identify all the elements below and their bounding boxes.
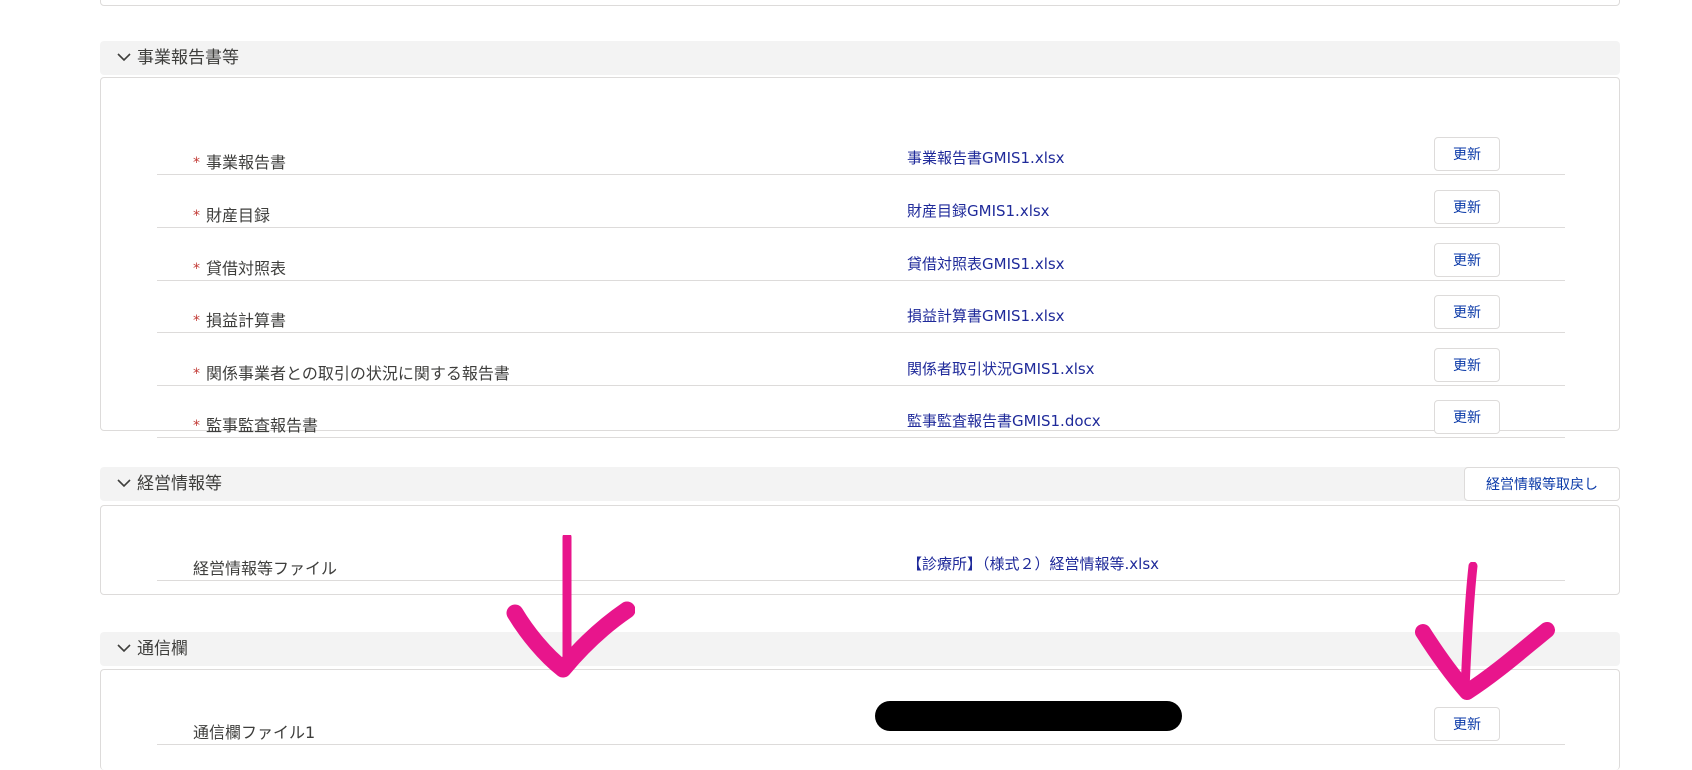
list-item: * 財産目録 財産目録GMIS1.xlsx 更新 <box>157 175 1565 228</box>
list-item: * 監事監査報告書 監事監査報告書GMIS1.docx 更新 <box>157 385 1565 438</box>
row-label: * 監事監査報告書 <box>193 412 318 436</box>
update-button[interactable]: 更新 <box>1434 348 1500 382</box>
required-mark: * <box>193 208 200 224</box>
required-mark: * <box>193 313 200 329</box>
file-link[interactable]: 貸借対照表GMIS1.xlsx <box>907 253 1065 274</box>
redaction-bar <box>875 701 1182 731</box>
section-title-text: 経営情報等 <box>137 474 222 494</box>
row-label-text: 監事監査報告書 <box>206 416 319 435</box>
section-header-communication[interactable]: 通信欄 <box>100 632 1620 666</box>
arrow-down-icon <box>506 535 635 678</box>
required-mark: * <box>193 366 200 382</box>
chevron-down-icon <box>117 52 131 61</box>
row-label: * 事業報告書 <box>193 149 286 173</box>
row-label-text: 貸借対照表 <box>206 259 287 278</box>
file-link[interactable]: 財産目録GMIS1.xlsx <box>907 200 1050 221</box>
list-item: * 事業報告書 事業報告書GMIS1.xlsx 更新 <box>157 122 1565 175</box>
row-label: * 関係事業者との取引の状況に関する報告書 <box>193 360 510 384</box>
update-button[interactable]: 更新 <box>1434 243 1500 277</box>
management-retrieve-button[interactable]: 経営情報等取戻し <box>1464 467 1620 501</box>
file-link[interactable]: 監事監査報告書GMIS1.docx <box>907 410 1101 431</box>
update-button[interactable]: 更新 <box>1434 295 1500 329</box>
row-label: * 貸借対照表 <box>193 255 286 279</box>
update-button[interactable]: 更新 <box>1434 190 1500 224</box>
file-link[interactable]: 事業報告書GMIS1.xlsx <box>907 147 1065 168</box>
row-label: * 財産目録 <box>193 202 270 226</box>
section-title-text: 通信欄 <box>137 639 188 659</box>
update-button[interactable]: 更新 <box>1434 707 1500 741</box>
row-label-text: 事業報告書 <box>206 153 287 172</box>
list-item: * 損益計算書 損益計算書GMIS1.xlsx 更新 <box>157 280 1565 333</box>
row-label-text: 関係事業者との取引の状況に関する報告書 <box>206 364 510 383</box>
required-mark: * <box>193 155 200 171</box>
list-item: * 貸借対照表 貸借対照表GMIS1.xlsx 更新 <box>157 228 1565 281</box>
row-label: * 損益計算書 <box>193 307 286 331</box>
update-button[interactable]: 更新 <box>1434 400 1500 434</box>
section-body-management: 経営情報等ファイル 【診療所】（様式２）経営情報等.xlsx <box>100 505 1620 595</box>
list-item: 経営情報等ファイル 【診療所】（様式２）経営情報等.xlsx <box>157 528 1565 581</box>
section-body-communication: 通信欄ファイル1 更新 <box>100 669 1620 770</box>
arrow-down-icon <box>1415 562 1555 700</box>
update-button[interactable]: 更新 <box>1434 137 1500 171</box>
section-title-text: 事業報告書等 <box>137 48 239 68</box>
row-label-text: 損益計算書 <box>206 311 287 330</box>
file-link[interactable]: 【診療所】（様式２）経営情報等.xlsx <box>907 553 1159 574</box>
section-title: 事業報告書等 <box>115 41 239 75</box>
section-body-reports: * 事業報告書 事業報告書GMIS1.xlsx 更新 * 財産目録 財産目録GMIS… <box>100 77 1620 438</box>
chevron-down-icon <box>117 478 131 487</box>
section-title: 経営情報等 <box>115 467 222 501</box>
list-item: * 関係事業者との取引の状況に関する報告書 関係者取引状況GMIS1.xlsx 更… <box>157 333 1565 386</box>
chevron-down-icon <box>117 643 131 652</box>
file-link[interactable]: 関係者取引状況GMIS1.xlsx <box>907 358 1095 379</box>
list-item: 通信欄ファイル1 更新 <box>157 692 1565 745</box>
row-label-text: 通信欄ファイル1 <box>193 723 316 742</box>
previous-section-box <box>100 0 1620 6</box>
section-header-reports[interactable]: 事業報告書等 <box>100 41 1620 75</box>
row-label-text: 財産目録 <box>206 206 271 225</box>
required-mark: * <box>193 261 200 277</box>
section-title: 通信欄 <box>115 632 188 666</box>
section-header-management[interactable]: 経営情報等 経営情報等取戻し <box>100 467 1620 501</box>
file-link[interactable]: 損益計算書GMIS1.xlsx <box>907 305 1065 326</box>
row-label-text: 経営情報等ファイル <box>193 559 338 578</box>
required-mark: * <box>193 418 200 434</box>
